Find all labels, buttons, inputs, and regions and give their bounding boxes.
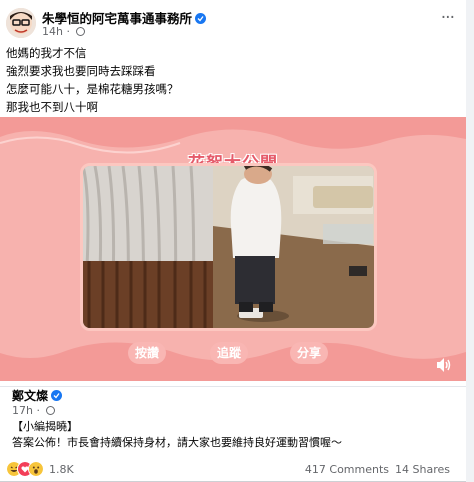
post-text-line: 怎麼可能八十，是棉花糖男孩嗎？: [6, 82, 179, 96]
post-text-line: 他媽的我才不信: [6, 46, 87, 60]
volume-icon[interactable]: [436, 357, 452, 373]
verified-badge-icon: [51, 390, 63, 401]
comments-count[interactable]: 417 Comments: [305, 463, 389, 476]
globe-icon: [46, 406, 56, 415]
author-avatar[interactable]: [6, 8, 36, 38]
shared-time[interactable]: 17h: [12, 404, 33, 417]
reaction-count[interactable]: 1.8K: [49, 463, 74, 476]
video-scene: [83, 166, 374, 328]
divider: [0, 386, 466, 387]
shares-count[interactable]: 14 Shares: [395, 463, 450, 476]
post-text: 他媽的我才不信 強烈要求我也要同時去踩踩看 怎麼可能八十，是棉花糖男孩嗎？ 那我…: [6, 44, 179, 116]
post-time[interactable]: 14h: [42, 25, 63, 38]
post-meta: 14h ·: [42, 25, 86, 38]
post-text-line: 強烈要求我也要同時去踩踩看: [6, 64, 156, 78]
video-frame[interactable]: [80, 163, 377, 331]
shared-text-line: 答案公佈！市長會持續保持身材，請大家也要維持良好運動習慣喔～: [12, 436, 342, 449]
post-stats: 417 Comments 14 Shares: [305, 463, 450, 476]
share-video-button[interactable]: 分享: [290, 342, 328, 364]
follow-video-button[interactable]: 追蹤: [210, 342, 248, 364]
shared-text: 【小編揭曉】 答案公佈！市長會持續保持身材，請大家也要維持良好運動習慣喔～: [12, 419, 342, 451]
verified-badge-icon: [195, 13, 207, 24]
facebook-post: 朱學恒的阿宅萬事通事務所 14h · ··· 他媽的我才不信 強烈要求我也要同時…: [0, 0, 466, 482]
shared-text-line: 【小編揭曉】: [12, 420, 78, 433]
more-options-icon[interactable]: ···: [441, 10, 455, 27]
shared-author[interactable]: 鄭文燦: [12, 387, 63, 404]
globe-icon: [76, 27, 86, 36]
like-video-button[interactable]: 按讚: [128, 342, 166, 364]
post-text-line: 那我也不到八十啊: [6, 100, 98, 114]
wow-reaction-icon: [28, 461, 44, 477]
shared-meta: 17h ·: [12, 404, 56, 417]
